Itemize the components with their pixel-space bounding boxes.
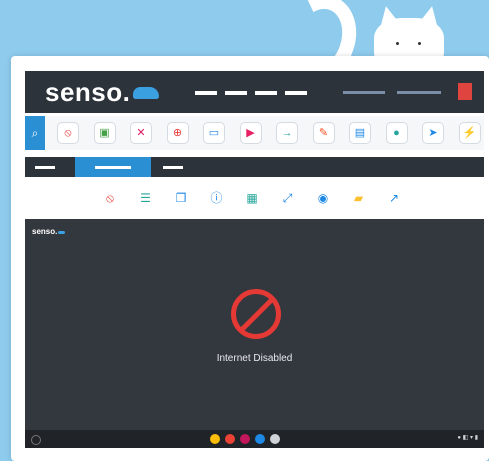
search-button[interactable]: ⌕ — [25, 116, 45, 150]
list-icon[interactable]: ☰ — [137, 189, 155, 207]
cast-icon[interactable]: ▭ — [203, 122, 225, 144]
launcher-icon[interactable] — [31, 435, 41, 445]
sub-tool-row: ⦸ ☰ ❐ ⓘ ▦ ⤢ ◉ ▰ ↗ — [93, 186, 413, 210]
nav-link-2[interactable] — [397, 91, 441, 94]
share-icon[interactable]: ↗ — [385, 189, 403, 207]
top-bar: senso. — [25, 71, 484, 113]
close-session-button[interactable] — [458, 83, 472, 100]
screen-logo-text: senso. — [32, 227, 58, 236]
tab-bar — [25, 157, 484, 177]
app-blue-icon[interactable] — [255, 434, 265, 444]
document-icon[interactable]: ▤ — [349, 122, 371, 144]
device-screen: senso. Internet Disabled ● ◧ ▾ ▮ — [25, 219, 484, 448]
nav-item-1[interactable] — [195, 91, 217, 95]
tab-3[interactable] — [163, 166, 183, 169]
video-icon[interactable]: ▶ — [239, 122, 262, 144]
internet-status-message: Internet Disabled — [216, 353, 293, 364]
tab-2-label — [95, 166, 131, 169]
nav-item-4[interactable] — [285, 91, 307, 95]
info-icon[interactable]: ⓘ — [208, 189, 226, 207]
edit-icon[interactable]: ✎ — [312, 122, 335, 144]
block-icon[interactable]: ⦸ — [57, 122, 79, 144]
system-tray[interactable]: ● ◧ ▾ ▮ — [457, 434, 478, 441]
globe-icon[interactable]: ⊕ — [166, 122, 189, 144]
nav-item-2[interactable] — [225, 91, 247, 95]
chat-icon[interactable]: ● — [385, 122, 408, 144]
brand-logo[interactable]: senso. — [45, 77, 160, 108]
cloud-icon — [133, 87, 160, 99]
nav-link-1[interactable] — [343, 91, 385, 94]
nav-item-3[interactable] — [255, 91, 277, 95]
app-gray-icon[interactable] — [270, 434, 280, 444]
usb-icon[interactable]: ⚡ — [458, 122, 481, 144]
login-icon[interactable]: → — [276, 122, 298, 144]
search-icon: ⌕ — [31, 126, 39, 140]
mute-icon[interactable]: ✕ — [130, 122, 152, 144]
copy-icon[interactable]: ❐ — [172, 189, 190, 207]
monitor-icon[interactable]: ▦ — [243, 189, 261, 207]
fullscreen-icon[interactable]: ⤢ — [279, 189, 297, 207]
camera-icon[interactable]: ◉ — [314, 189, 332, 207]
tab-1[interactable] — [35, 166, 55, 169]
screen-logo: senso. — [32, 227, 66, 236]
app-red-icon[interactable] — [225, 434, 235, 444]
brand-name: senso. — [45, 77, 131, 107]
blocked-icon-slash — [238, 296, 275, 334]
folder-icon[interactable]: ▰ — [350, 189, 368, 207]
tab-2-active[interactable] — [75, 157, 151, 177]
cat-eye-right — [418, 42, 421, 45]
tool-row: ⌕ ⦸ ▣ ✕ ⊕ ▭ ▶ → ✎ ▤ ● ➤ ⚡ — [25, 116, 484, 150]
cat-eye-left — [396, 42, 399, 45]
cat-ear-left — [376, 4, 400, 28]
app-magenta-icon[interactable] — [240, 434, 250, 444]
blocked-icon — [231, 289, 281, 339]
screen-cloud-icon — [58, 231, 66, 234]
photo-icon[interactable]: ▣ — [93, 122, 116, 144]
block-small-icon[interactable]: ⦸ — [101, 189, 119, 207]
chrome-icon[interactable] — [210, 434, 220, 444]
cat-ear-right — [418, 4, 442, 28]
os-shelf: ● ◧ ▾ ▮ — [25, 430, 484, 448]
send-icon[interactable]: ➤ — [422, 122, 444, 144]
